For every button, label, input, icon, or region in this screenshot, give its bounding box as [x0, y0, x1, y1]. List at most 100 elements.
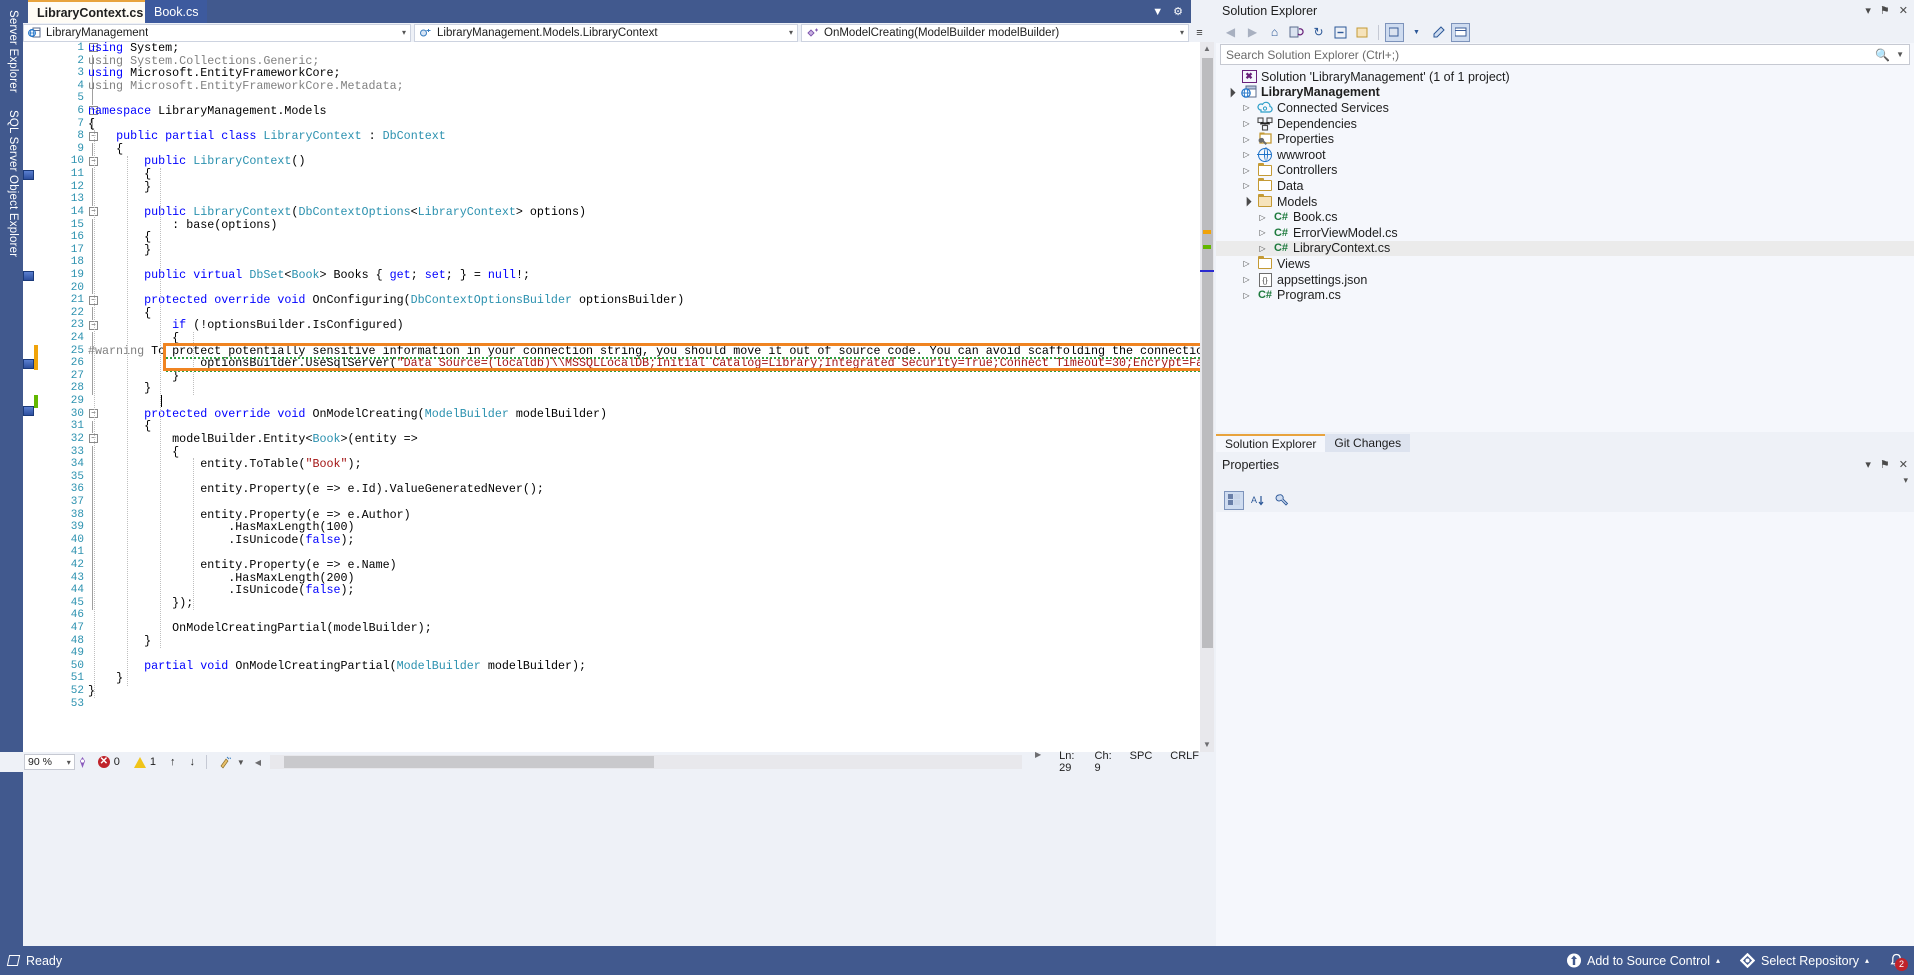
expander-expanded-icon[interactable]: ◢ [1222, 84, 1239, 101]
code-line[interactable]: .IsUnicode(false); [88, 584, 1200, 597]
expander-collapsed-icon[interactable]: ▷ [1240, 150, 1253, 159]
chevron-down-icon[interactable]: ▾ [1180, 28, 1184, 37]
pin-icon[interactable]: ⚑ [1880, 4, 1890, 17]
show-all-files-icon[interactable] [1353, 23, 1372, 42]
member-selector[interactable]: OnModelCreating(ModelBuilder modelBuilde… [801, 23, 1189, 42]
editor-tab-book[interactable]: Book.cs [145, 0, 208, 23]
add-to-source-control-button[interactable]: Add to Source Control ▴ [1567, 953, 1720, 968]
tool-tab-sql-server-object-explorer[interactable]: SQL Server Object Explorer [0, 104, 23, 257]
split-editor-icon[interactable]: ≡ [1189, 24, 1210, 42]
chevron-down-icon[interactable]: ▼ [237, 758, 245, 767]
code-line[interactable]: entity.Property(e => e.Id).ValueGenerate… [88, 483, 1200, 496]
solution-tree-item[interactable]: ◢ Models [1216, 194, 1914, 210]
error-count-item[interactable]: ✕ 0 [91, 756, 127, 768]
tab-solution-explorer[interactable]: Solution Explorer [1216, 434, 1326, 452]
categorized-icon[interactable] [1224, 490, 1244, 510]
solution-tree-item[interactable]: ✖ Solution 'LibraryManagement' (1 of 1 pr… [1216, 69, 1914, 85]
alphabetical-icon[interactable]: A [1248, 491, 1268, 510]
bookmark-icon[interactable] [23, 170, 34, 180]
code-line[interactable]: } [88, 180, 1200, 194]
hscroll-left-icon[interactable]: ◀ [252, 758, 264, 767]
code-text[interactable]: using System; using System.Collections.Ge… [88, 42, 1200, 752]
code-line[interactable]: } [88, 382, 1200, 395]
solution-tree-item[interactable]: ▷ {} appsettings.json [1216, 272, 1914, 288]
bookmark-icon[interactable] [23, 359, 34, 369]
code-line[interactable]: protected override void OnConfiguring(Db… [88, 294, 1200, 307]
expander-collapsed-icon[interactable]: ▷ [1240, 275, 1253, 284]
solution-tree[interactable]: ✖ Solution 'LibraryManagement' (1 of 1 pr… [1216, 65, 1914, 303]
chevron-down-icon[interactable]: ▾ [67, 758, 71, 767]
project-selector[interactable]: LibraryManagement ▾ [23, 23, 411, 42]
solution-tree-item[interactable]: ◢ LibraryManagement [1216, 85, 1914, 101]
solution-tree-item[interactable]: ▷ Connected Services [1216, 100, 1914, 116]
intellicode-icon[interactable] [75, 756, 91, 769]
view-selector-dropdown-icon[interactable]: ▼ [1407, 23, 1426, 42]
solution-tree-item[interactable]: ▷ C# Program.cs [1216, 287, 1914, 303]
editor-scroll-thumb[interactable] [1202, 58, 1213, 648]
search-solution-explorer-input[interactable]: Search Solution Explorer (Ctrl+;) 🔍 ▼ [1220, 44, 1910, 65]
code-line[interactable]: public LibraryContext() [88, 155, 1200, 168]
home-icon[interactable]: ⌂ [1265, 23, 1284, 42]
code-line[interactable]: entity.ToTable("Book"); [88, 458, 1200, 471]
solution-tree-item[interactable]: ▷ Properties [1216, 131, 1914, 147]
sync-with-active-document-icon[interactable] [1287, 23, 1306, 42]
code-line[interactable]: } [88, 672, 1200, 685]
chevron-down-icon[interactable]: ▾ [1903, 475, 1908, 488]
preview-selected-items-icon[interactable] [1451, 22, 1470, 42]
code-editor[interactable]: 1 2 3 4 5 6 7 8 9 10 11 12 13 14 15 16 17 18 19 20 21 22 23 24 2… [23, 42, 1214, 752]
hscroll-right-icon[interactable]: ▶ [1026, 750, 1050, 774]
close-icon[interactable]: ✕ [1899, 4, 1908, 17]
expander-collapsed-icon[interactable]: ▷ [1240, 103, 1253, 112]
next-issue-button[interactable]: ↓ [183, 756, 203, 768]
code-line[interactable]: OnModelCreatingPartial(modelBuilder); [88, 622, 1200, 635]
code-line[interactable]: namespace LibraryManagement.Models [88, 105, 1200, 118]
code-line[interactable]: if (!optionsBuilder.IsConfigured) [88, 319, 1200, 332]
code-line[interactable]: } [88, 370, 1200, 383]
expander-collapsed-icon[interactable]: ▷ [1256, 244, 1269, 253]
code-line[interactable]: : base(options) [88, 218, 1200, 232]
pin-icon[interactable]: ⚑ [1880, 458, 1890, 471]
collapse-all-icon[interactable] [1331, 23, 1350, 42]
chevron-down-icon[interactable]: ▼ [1152, 6, 1163, 18]
forward-icon[interactable]: ▶ [1243, 23, 1262, 42]
editor-vertical-scrollbar[interactable]: ▲ ▼ [1200, 42, 1214, 752]
bookmark-icon[interactable] [23, 271, 34, 281]
view-selector-icon[interactable] [1385, 22, 1404, 42]
chevron-down-icon[interactable]: ▾ [789, 28, 793, 37]
solution-tree-item[interactable]: ▷ Dependencies [1216, 116, 1914, 132]
properties-icon[interactable] [1429, 23, 1448, 42]
code-line[interactable]: public virtual DbSet<Book> Books { get; … [88, 269, 1200, 282]
type-selector[interactable]: LibraryManagement.Models.LibraryContext … [414, 23, 798, 42]
code-line[interactable]: using Microsoft.EntityFrameworkCore.Meta… [88, 80, 1200, 93]
code-line[interactable]: } [88, 243, 1200, 257]
code-line[interactable]: }); [88, 597, 1200, 610]
zoom-level-selector[interactable]: 90 % ▾ [24, 754, 75, 770]
expander-collapsed-icon[interactable]: ▷ [1240, 119, 1253, 128]
horizontal-scroll-thumb[interactable] [283, 756, 654, 768]
code-line[interactable]: protected override void OnModelCreating(… [88, 407, 1200, 421]
code-line[interactable]: .IsUnicode(false); [88, 533, 1200, 547]
code-cleanup-button[interactable]: ▼ [211, 756, 252, 769]
expander-collapsed-icon[interactable]: ▷ [1240, 135, 1253, 144]
properties-grid[interactable] [1216, 512, 1914, 972]
expander-collapsed-icon[interactable]: ▷ [1240, 181, 1253, 190]
expander-collapsed-icon[interactable]: ▷ [1240, 291, 1253, 300]
solution-tree-item[interactable]: ▷ C# Book.cs [1216, 209, 1914, 225]
code-line[interactable]: } [88, 634, 1200, 648]
code-line[interactable]: { [88, 168, 1200, 181]
chevron-down-icon[interactable]: ▾ [402, 28, 406, 37]
code-line[interactable]: partial void OnModelCreatingPartial(Mode… [88, 660, 1200, 673]
refresh-icon[interactable]: ↻ [1309, 23, 1328, 42]
solution-tree-item[interactable]: ▷ wwwroot [1216, 147, 1914, 163]
solution-tree-item[interactable]: ▷ C# ErrorViewModel.cs [1216, 225, 1914, 241]
expander-expanded-icon[interactable]: ◢ [1238, 193, 1255, 210]
panel-dropdown-icon[interactable]: ▾ [1865, 458, 1871, 471]
bookmark-icon[interactable] [23, 406, 34, 416]
expander-collapsed-icon[interactable]: ▷ [1256, 228, 1269, 237]
search-icon[interactable]: 🔍 [1875, 48, 1890, 62]
gear-icon[interactable]: ⚙ [1173, 5, 1183, 18]
warning-count-item[interactable]: 1 [127, 756, 163, 768]
expander-collapsed-icon[interactable]: ▷ [1240, 166, 1253, 175]
expander-collapsed-icon[interactable]: ▷ [1240, 259, 1253, 268]
expander-collapsed-icon[interactable]: ▷ [1256, 213, 1269, 222]
